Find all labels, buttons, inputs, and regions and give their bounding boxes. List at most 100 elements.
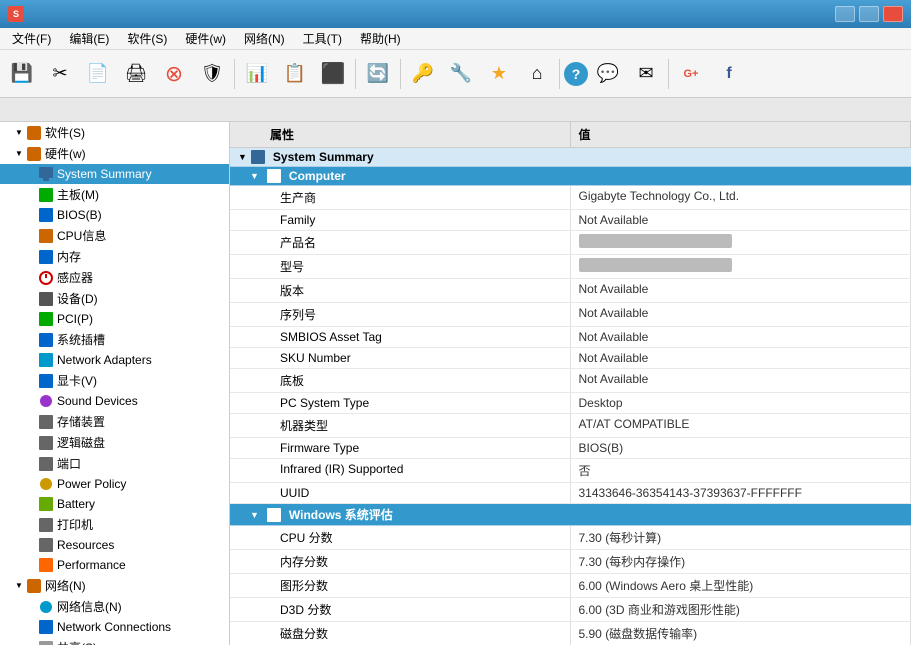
window-controls — [835, 6, 903, 22]
table-row[interactable]: UUID31433646-36354143-37393637-FFFFFFF — [230, 483, 911, 504]
tree-icon-device — [38, 291, 54, 307]
sidebar-item-network-adapters[interactable]: Network Adapters — [0, 350, 229, 370]
sidebar-item-label-memory: 内存 — [57, 248, 81, 265]
sidebar-item-resources[interactable]: Resources — [0, 535, 229, 555]
tree-icon-performance — [38, 557, 54, 573]
value-cell: Not Available — [571, 303, 911, 326]
table-row[interactable]: CPU 分数7.30 (每秒计算) — [230, 526, 911, 550]
email-button[interactable]: ✉ — [628, 55, 664, 93]
tree-toggle-network[interactable]: ▼ — [12, 579, 26, 593]
sidebar-item-label-network-connections: Network Connections — [57, 620, 171, 634]
list-button[interactable]: 📋 — [277, 55, 313, 93]
menu-item-工具(T)[interactable]: 工具(T) — [295, 28, 350, 49]
facebook-button[interactable]: f — [711, 55, 747, 93]
table-row[interactable]: 机器类型AT/AT COMPATIBLE — [230, 414, 911, 438]
sidebar-item-sound-devices[interactable]: Sound Devices — [0, 391, 229, 411]
subsection-header-computer-section[interactable]: ▼ Computer — [230, 167, 911, 186]
chat-button[interactable]: 💬 — [590, 55, 626, 93]
chart-button[interactable]: 📊 — [239, 55, 275, 93]
cut-button[interactable]: ✂ — [42, 55, 78, 93]
table-row[interactable]: 磁盘分数5.90 (磁盘数据传输率) — [230, 622, 911, 645]
home-button[interactable]: ⌂ — [519, 55, 555, 93]
toolbar-separator — [668, 59, 669, 89]
table-row[interactable]: FamilyNot Available — [230, 210, 911, 231]
table-row[interactable]: 内存分数7.30 (每秒内存操作) — [230, 550, 911, 574]
sidebar-item-system-summary[interactable]: System Summary — [0, 164, 229, 184]
save-button[interactable]: 💾 — [4, 55, 40, 93]
sidebar-item-sensor[interactable]: 感应器 — [0, 267, 229, 288]
sidebar-item-network-info[interactable]: 网络信息(N) — [0, 596, 229, 617]
table-row[interactable]: 序列号Not Available — [230, 303, 911, 327]
table-row[interactable]: Firmware TypeBIOS(B) — [230, 438, 911, 459]
table-row[interactable]: 生产商Gigabyte Technology Co., Ltd. — [230, 186, 911, 210]
table-row[interactable]: SKU NumberNot Available — [230, 348, 911, 369]
table-row[interactable]: 版本Not Available — [230, 279, 911, 303]
star-button[interactable]: ★ — [481, 55, 517, 93]
sidebar-item-optical[interactable]: 逻辑磁盘 — [0, 432, 229, 453]
shield-button[interactable]: 🛡 — [194, 55, 230, 93]
table-header: 属性 值 — [230, 122, 911, 148]
minimize-button[interactable] — [835, 6, 855, 22]
tree-toggle-software[interactable]: ▼ — [12, 126, 26, 140]
tree-icon-network-info — [38, 599, 54, 615]
table-row[interactable]: 产品名██████████████████ — [230, 231, 911, 255]
menu-item-网络(N)[interactable]: 网络(N) — [236, 28, 293, 49]
property-cell: 内存分数 — [230, 550, 571, 573]
title-bar-left: S — [8, 6, 30, 22]
table-row[interactable]: PC System TypeDesktop — [230, 393, 911, 414]
sidebar-item-battery[interactable]: Battery — [0, 494, 229, 514]
tree-icon-memory — [38, 249, 54, 265]
tree-icon-battery — [38, 496, 54, 512]
table-row[interactable]: D3D 分数6.00 (3D 商业和游戏图形性能) — [230, 598, 911, 622]
sidebar-item-network[interactable]: ▼网络(N) — [0, 575, 229, 596]
table-row[interactable]: 型号██████████████████ — [230, 255, 911, 279]
value-cell: 否 — [571, 459, 911, 482]
tree-icon-printer — [38, 517, 54, 533]
sidebar-item-device[interactable]: 设备(D) — [0, 288, 229, 309]
menu-item-软件(S)[interactable]: 软件(S) — [119, 28, 175, 49]
sidebar-item-performance[interactable]: Performance — [0, 555, 229, 575]
sidebar-item-hardware[interactable]: ▼硬件(w) — [0, 143, 229, 164]
sidebar-item-cpu[interactable]: CPU信息 — [0, 225, 229, 246]
value-cell: 6.00 (3D 商业和游戏图形性能) — [571, 598, 911, 621]
table-row[interactable]: 图形分数6.00 (Windows Aero 桌上型性能) — [230, 574, 911, 598]
timer-button[interactable]: ⬛ — [315, 55, 351, 93]
sidebar-item-storage[interactable]: 存储装置 — [0, 411, 229, 432]
stop-button[interactable]: ⊗ — [156, 55, 192, 93]
sidebar-item-system-slots[interactable]: 系统插槽 — [0, 329, 229, 350]
table-row[interactable]: Infrared (IR) Supported否 — [230, 459, 911, 483]
maximize-button[interactable] — [859, 6, 879, 22]
sidebar-item-bios[interactable]: BIOS(B) — [0, 205, 229, 225]
table-row[interactable]: 底板Not Available — [230, 369, 911, 393]
subsection-header-windows-rating-section[interactable]: ▼ Windows 系统评估 — [230, 504, 911, 526]
properties-table[interactable]: 属性 值 ▼ System Summary ▼ Computer 生产商Giga… — [230, 122, 911, 645]
sidebar-item-motherboard[interactable]: 主板(M) — [0, 184, 229, 205]
toolbar: 💾✂📄🖨⊗🛡📊📋⬛🔄🔑🔧★⌂?💬✉G+f — [0, 50, 911, 98]
key-button[interactable]: 🔑 — [405, 55, 441, 93]
sidebar-item-printer[interactable]: 打印机 — [0, 514, 229, 535]
print-button[interactable]: 🖨 — [118, 55, 154, 93]
copy-button[interactable]: 📄 — [80, 55, 116, 93]
tree-icon-share — [38, 640, 54, 645]
google-plus-button[interactable]: G+ — [673, 55, 709, 93]
sidebar-item-share[interactable]: 共享(S) — [0, 637, 229, 645]
menu-item-文件(F)[interactable]: 文件(F) — [4, 28, 59, 49]
table-row[interactable]: SMBIOS Asset TagNot Available — [230, 327, 911, 348]
sidebar-item-memory[interactable]: 内存 — [0, 246, 229, 267]
sidebar-item-display[interactable]: 显卡(V) — [0, 370, 229, 391]
sidebar-item-ports[interactable]: 端口 — [0, 453, 229, 474]
sidebar-item-power[interactable]: Power Policy — [0, 474, 229, 494]
sidebar-item-network-connections[interactable]: Network Connections — [0, 617, 229, 637]
tree-toggle-hardware[interactable]: ▼ — [12, 147, 26, 161]
sidebar-item-software[interactable]: ▼软件(S) — [0, 122, 229, 143]
help-button[interactable]: ? — [564, 62, 588, 86]
close-button[interactable] — [883, 6, 903, 22]
menu-item-硬件(w)[interactable]: 硬件(w) — [177, 28, 234, 49]
sidebar-item-pci[interactable]: PCI(P) — [0, 309, 229, 329]
menu-item-帮助(H)[interactable]: 帮助(H) — [352, 28, 409, 49]
sidebar[interactable]: ▼软件(S)▼硬件(w)System Summary主板(M)BIOS(B)CP… — [0, 122, 230, 645]
section-header-system-summary-section[interactable]: ▼ System Summary — [230, 148, 911, 167]
refresh-button[interactable]: 🔄 — [360, 55, 396, 93]
menu-item-编辑(E)[interactable]: 编辑(E) — [61, 28, 117, 49]
tools-button[interactable]: 🔧 — [443, 55, 479, 93]
